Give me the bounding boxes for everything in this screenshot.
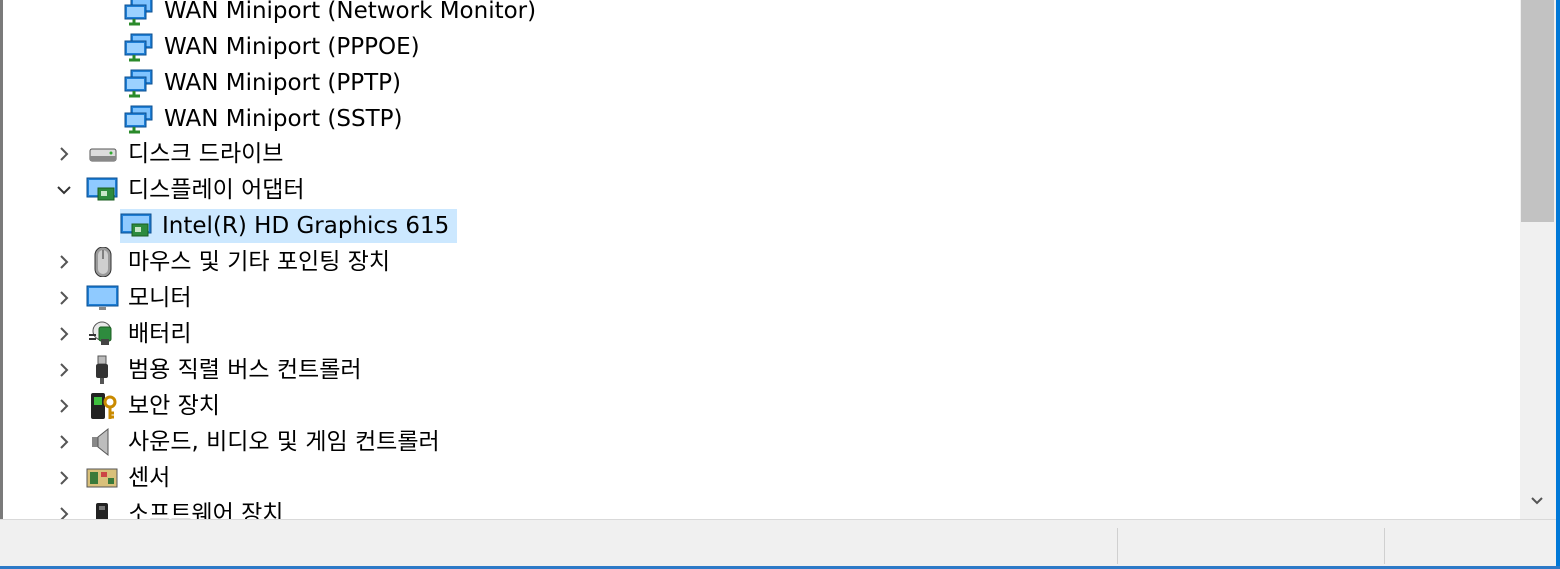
chevron-down-icon[interactable] bbox=[54, 173, 74, 207]
display-adapter-icon bbox=[120, 211, 154, 241]
tree-item-mice[interactable]: 마우스 및 기타 포인팅 장치 bbox=[86, 245, 396, 279]
tree-item-disk-drives[interactable]: 디스크 드라이브 bbox=[86, 137, 289, 171]
software-device-icon bbox=[86, 499, 120, 519]
network-adapter-icon bbox=[122, 0, 156, 26]
tree-item-label: 모니터 bbox=[128, 285, 192, 311]
tree-item-sensors[interactable]: 센서 bbox=[86, 461, 176, 495]
tree-item-label: 보안 장치 bbox=[128, 393, 220, 419]
monitor-icon bbox=[86, 283, 120, 313]
window-frame-right bbox=[1556, 0, 1560, 569]
chevron-right-icon[interactable] bbox=[54, 281, 74, 315]
chevron-right-icon[interactable] bbox=[54, 137, 74, 171]
tree-item-label: WAN Miniport (Network Monitor) bbox=[164, 0, 537, 24]
usb-icon bbox=[86, 355, 120, 385]
tree-item-monitors[interactable]: 모니터 bbox=[86, 281, 197, 315]
tree-item-label: 소프트웨어 장치 bbox=[128, 501, 284, 519]
tree-item-wan-miniport-pptp[interactable]: WAN Miniport (PPTP) bbox=[122, 66, 407, 100]
disk-drive-icon bbox=[86, 139, 120, 169]
tree-item-wan-miniport-network-monitor[interactable]: WAN Miniport (Network Monitor) bbox=[122, 0, 542, 28]
tree-item-label: 디스크 드라이브 bbox=[128, 141, 284, 167]
chevron-right-icon[interactable] bbox=[54, 461, 74, 495]
display-adapter-icon bbox=[86, 175, 120, 205]
device-tree[interactable]: WAN Miniport (Network Monitor) WAN Minip… bbox=[0, 0, 1520, 519]
security-device-icon bbox=[86, 391, 120, 421]
tree-item-sound-video-game-controllers[interactable]: 사운드, 비디오 및 게임 컨트롤러 bbox=[86, 425, 446, 459]
tree-item-security-devices[interactable]: 보안 장치 bbox=[86, 389, 226, 423]
vertical-scrollbar[interactable] bbox=[1520, 0, 1560, 519]
chevron-right-icon[interactable] bbox=[54, 353, 74, 387]
tree-item-wan-miniport-sstp[interactable]: WAN Miniport (SSTP) bbox=[122, 102, 408, 136]
status-bar-divider bbox=[1117, 528, 1118, 564]
tree-border bbox=[0, 0, 3, 519]
tree-item-label: 디스플레이 어댑터 bbox=[128, 177, 305, 203]
sensor-icon bbox=[86, 463, 120, 493]
tree-item-intel-hd-graphics-615[interactable]: Intel(R) HD Graphics 615 bbox=[120, 209, 458, 243]
mouse-icon bbox=[86, 247, 120, 277]
network-adapter-icon bbox=[122, 104, 156, 134]
tree-item-label: WAN Miniport (PPPOE) bbox=[164, 34, 420, 60]
speaker-icon bbox=[86, 427, 120, 457]
tree-item-label: 배터리 bbox=[128, 321, 192, 347]
tree-item-label: 마우스 및 기타 포인팅 장치 bbox=[128, 249, 391, 275]
tree-item-label: 사운드, 비디오 및 게임 컨트롤러 bbox=[128, 429, 440, 455]
tree-item-label: Intel(R) HD Graphics 615 bbox=[154, 209, 456, 243]
tree-item-label: 범용 직렬 버스 컨트롤러 bbox=[128, 357, 362, 383]
chevron-right-icon[interactable] bbox=[54, 317, 74, 351]
status-bar bbox=[0, 519, 1560, 569]
tree-item-usb-controllers[interactable]: 범용 직렬 버스 컨트롤러 bbox=[86, 353, 368, 387]
scrollbar-thumb[interactable] bbox=[1521, 0, 1554, 222]
tree-item-software-devices[interactable]: 소프트웨어 장치 bbox=[86, 497, 289, 519]
chevron-right-icon[interactable] bbox=[54, 425, 74, 459]
tree-item-label: WAN Miniport (SSTP) bbox=[164, 106, 403, 132]
chevron-right-icon[interactable] bbox=[54, 389, 74, 423]
status-bar-divider bbox=[1384, 528, 1385, 564]
tree-item-label: 센서 bbox=[128, 465, 171, 491]
tree-item-display-adapters[interactable]: 디스플레이 어댑터 bbox=[86, 173, 311, 207]
scroll-down-arrow-icon[interactable] bbox=[1520, 486, 1554, 516]
tree-item-batteries[interactable]: 배터리 bbox=[86, 317, 197, 351]
chevron-right-icon[interactable] bbox=[54, 245, 74, 279]
network-adapter-icon bbox=[122, 68, 156, 98]
chevron-right-icon[interactable] bbox=[54, 497, 74, 519]
tree-item-wan-miniport-pppoe[interactable]: WAN Miniport (PPPOE) bbox=[122, 30, 426, 64]
network-adapter-icon bbox=[122, 32, 156, 62]
tree-item-label: WAN Miniport (PPTP) bbox=[164, 70, 401, 96]
battery-icon bbox=[86, 319, 120, 349]
